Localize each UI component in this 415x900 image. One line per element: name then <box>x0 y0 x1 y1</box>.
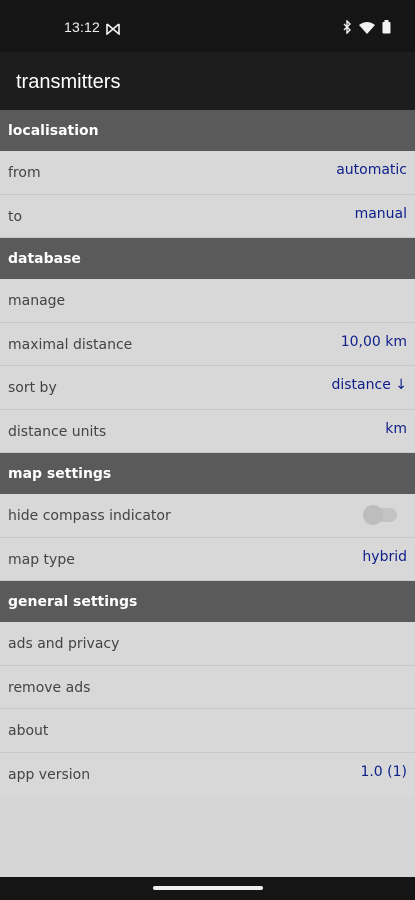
setting-row-remove-ads[interactable]: remove ads <box>0 665 415 709</box>
hide-compass-toggle[interactable] <box>363 505 397 526</box>
setting-value: hybrid <box>362 548 407 565</box>
toggle-knob <box>363 505 383 526</box>
setting-label: sort by <box>8 380 57 397</box>
setting-row-distance-units[interactable]: distance units km <box>0 409 415 453</box>
settings-list: localisation from automatic to manual da… <box>0 110 415 796</box>
setting-value: distance ↓ <box>331 377 407 394</box>
wifi-icon <box>359 19 375 38</box>
battery-icon <box>382 19 391 38</box>
setting-row-sort-by[interactable]: sort by distance ↓ <box>0 366 415 410</box>
setting-label: hide compass indicator <box>8 508 171 525</box>
navigation-bar <box>0 877 415 900</box>
setting-row-maximal-distance[interactable]: maximal distance 10,00 km <box>0 322 415 366</box>
page-title: transmitters <box>16 71 121 93</box>
setting-label: remove ads <box>8 679 91 696</box>
setting-row-hide-compass[interactable]: hide compass indicator <box>0 494 415 538</box>
setting-label: about <box>8 723 49 740</box>
section-title: general settings <box>8 593 138 610</box>
setting-value: automatic <box>336 162 407 179</box>
setting-label: distance units <box>8 423 107 440</box>
section-header-database: database <box>0 238 415 279</box>
setting-label: to <box>8 208 23 225</box>
app-bar: transmitters <box>0 52 415 110</box>
section-header-map-settings: map settings <box>0 453 415 494</box>
setting-label: ads and privacy <box>8 636 120 653</box>
setting-row-manage[interactable]: manage <box>0 279 415 323</box>
setting-value: 1.0 (1) <box>360 764 407 781</box>
setting-row-about[interactable]: about <box>0 709 415 753</box>
setting-row-from[interactable]: from automatic <box>0 151 415 195</box>
bluetooth-icon <box>342 19 352 38</box>
section-header-localisation: localisation <box>0 110 415 151</box>
setting-label: maximal distance <box>8 336 133 353</box>
setting-label: manage <box>8 293 66 310</box>
home-indicator[interactable] <box>153 886 263 890</box>
setting-row-to[interactable]: to manual <box>0 194 415 238</box>
section-title: database <box>8 250 81 267</box>
setting-label: map type <box>8 551 75 568</box>
status-bar: 13:12 <box>0 0 415 52</box>
section-title: localisation <box>8 122 99 139</box>
setting-value: manual <box>354 205 407 222</box>
setting-row-ads-privacy[interactable]: ads and privacy <box>0 622 415 666</box>
setting-value: km <box>385 420 407 437</box>
setting-row-map-type[interactable]: map type hybrid <box>0 537 415 581</box>
setting-row-app-version[interactable]: app version 1.0 (1) <box>0 752 415 796</box>
setting-value: 10,00 km <box>340 333 407 350</box>
status-time: 13:12 <box>64 19 101 35</box>
section-header-general-settings: general settings <box>0 581 415 622</box>
setting-label: from <box>8 165 41 182</box>
notification-icon <box>106 20 120 39</box>
setting-label: app version <box>8 767 91 784</box>
section-title: map settings <box>8 465 112 482</box>
status-icons <box>342 19 391 38</box>
